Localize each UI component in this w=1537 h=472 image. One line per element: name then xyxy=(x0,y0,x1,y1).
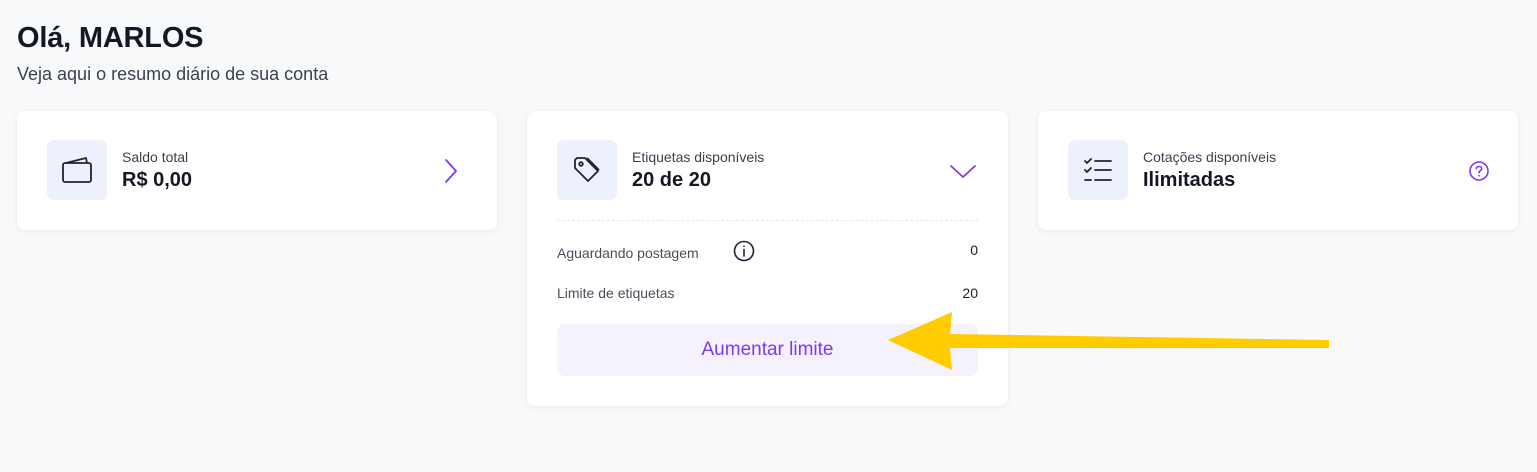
checklist-icon xyxy=(1068,140,1128,200)
help-circle-icon[interactable] xyxy=(1463,155,1495,187)
divider xyxy=(557,220,978,221)
saldo-card[interactable]: Saldo total R$ 0,00 xyxy=(17,111,497,230)
cotacoes-card: Cotações disponíveis Ilimitadas xyxy=(1038,111,1518,230)
limite-etiquetas-label: Limite de etiquetas xyxy=(557,285,675,301)
etiquetas-label: Etiquetas disponíveis xyxy=(632,149,765,165)
saldo-label: Saldo total xyxy=(122,149,189,165)
cotacoes-value: Ilimitadas xyxy=(1143,169,1236,191)
aumentar-limite-button[interactable]: Aumentar limite xyxy=(557,324,978,376)
wallet-icon xyxy=(47,140,107,200)
tag-icon xyxy=(557,140,617,200)
etiquetas-value: 20 de 20 xyxy=(632,169,711,191)
cotacoes-label: Cotações disponíveis xyxy=(1143,149,1277,165)
chevron-right-icon[interactable] xyxy=(435,155,467,187)
aguardando-postagem-value: 0 xyxy=(970,242,978,258)
etiquetas-card: Etiquetas disponíveis 20 de 20 Aguardand… xyxy=(527,111,1008,406)
info-icon[interactable] xyxy=(732,239,756,263)
greeting-title: Olá, MARLOS xyxy=(17,22,204,54)
aguardando-postagem-label: Aguardando postagem xyxy=(557,245,699,261)
limite-etiquetas-value: 20 xyxy=(962,285,978,301)
saldo-value: R$ 0,00 xyxy=(122,169,193,191)
page-subtitle: Veja aqui o resumo diário de sua conta xyxy=(17,64,329,84)
chevron-down-icon[interactable] xyxy=(947,155,979,187)
